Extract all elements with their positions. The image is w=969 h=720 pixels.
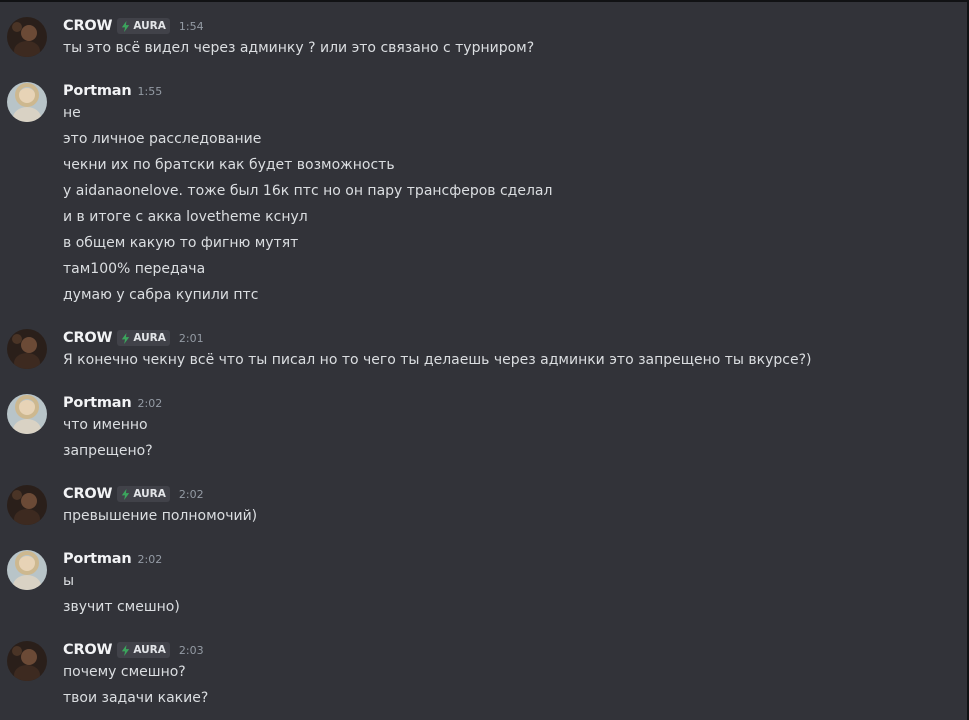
message-text: почему смешно?	[63, 664, 186, 680]
message-text: превышение полномочий)	[63, 508, 258, 524]
tag-label: AURA	[133, 20, 166, 32]
timestamp[interactable]: 1:54	[179, 20, 204, 33]
avatar[interactable]	[7, 550, 47, 590]
avatar[interactable]	[7, 485, 47, 525]
message-header: Portman 1:55	[63, 81, 162, 101]
username[interactable]: CROW	[63, 330, 113, 346]
timestamp[interactable]: 2:02	[179, 488, 204, 501]
username[interactable]: CROW	[63, 486, 113, 502]
server-tag[interactable]: AURA	[117, 18, 170, 34]
server-tag[interactable]: AURA	[117, 330, 170, 346]
avatar[interactable]	[7, 17, 47, 57]
message-header: CROW AURA 1:54	[63, 16, 204, 36]
message-text: Я конечно чекну всё что ты писал но то ч…	[63, 352, 812, 368]
tag-label: AURA	[133, 332, 166, 344]
message-header: CROW AURA 2:02	[63, 484, 204, 504]
message-text: не	[63, 105, 81, 121]
username[interactable]: CROW	[63, 18, 113, 34]
message-text: твои задачи какие?	[63, 690, 209, 706]
tag-label: AURA	[133, 488, 166, 500]
username[interactable]: Portman	[63, 395, 132, 411]
message-text: и в итоге с акка lovetheme кснул	[63, 209, 308, 225]
timestamp[interactable]: 2:03	[179, 644, 204, 657]
message-text: запрещено?	[63, 443, 153, 459]
avatar[interactable]	[7, 641, 47, 681]
message-header: Portman 2:02	[63, 549, 162, 569]
timestamp[interactable]: 2:02	[138, 397, 163, 410]
message-text: у aidanaonelove. тоже был 16к птс но он …	[63, 183, 553, 199]
lightning-bolt-icon	[122, 332, 130, 344]
avatar[interactable]	[7, 394, 47, 434]
tag-label: AURA	[133, 644, 166, 656]
lightning-bolt-icon	[122, 488, 130, 500]
server-tag[interactable]: AURA	[117, 642, 170, 658]
username[interactable]: Portman	[63, 551, 132, 567]
message-text: чекни их по братски как будет возможност…	[63, 157, 395, 173]
message-text: в общем какую то фигню мутят	[63, 235, 299, 251]
message-text: что именно	[63, 417, 148, 433]
timestamp[interactable]: 2:01	[179, 332, 204, 345]
username[interactable]: CROW	[63, 642, 113, 658]
avatar[interactable]	[7, 82, 47, 122]
message-text: ы	[63, 573, 75, 589]
timestamp[interactable]: 2:02	[138, 553, 163, 566]
message-text: звучит смешно)	[63, 599, 180, 615]
message-header: Portman 2:02	[63, 393, 162, 413]
avatar[interactable]	[7, 329, 47, 369]
message-text: ты это всё видел через админку ? или это…	[63, 40, 535, 56]
server-tag[interactable]: AURA	[117, 486, 170, 502]
message-header: CROW AURA 2:03	[63, 640, 204, 660]
chat-window: CROW AURA 1:54 ты это всё видел через ад…	[0, 0, 969, 720]
lightning-bolt-icon	[122, 20, 130, 32]
username[interactable]: Portman	[63, 83, 132, 99]
message-header: CROW AURA 2:01	[63, 328, 204, 348]
lightning-bolt-icon	[122, 644, 130, 656]
message-text: думаю у сабра купили птс	[63, 287, 259, 303]
message-text: там100% передача	[63, 261, 206, 277]
message-text: это личное расследование	[63, 131, 262, 147]
timestamp[interactable]: 1:55	[138, 85, 163, 98]
